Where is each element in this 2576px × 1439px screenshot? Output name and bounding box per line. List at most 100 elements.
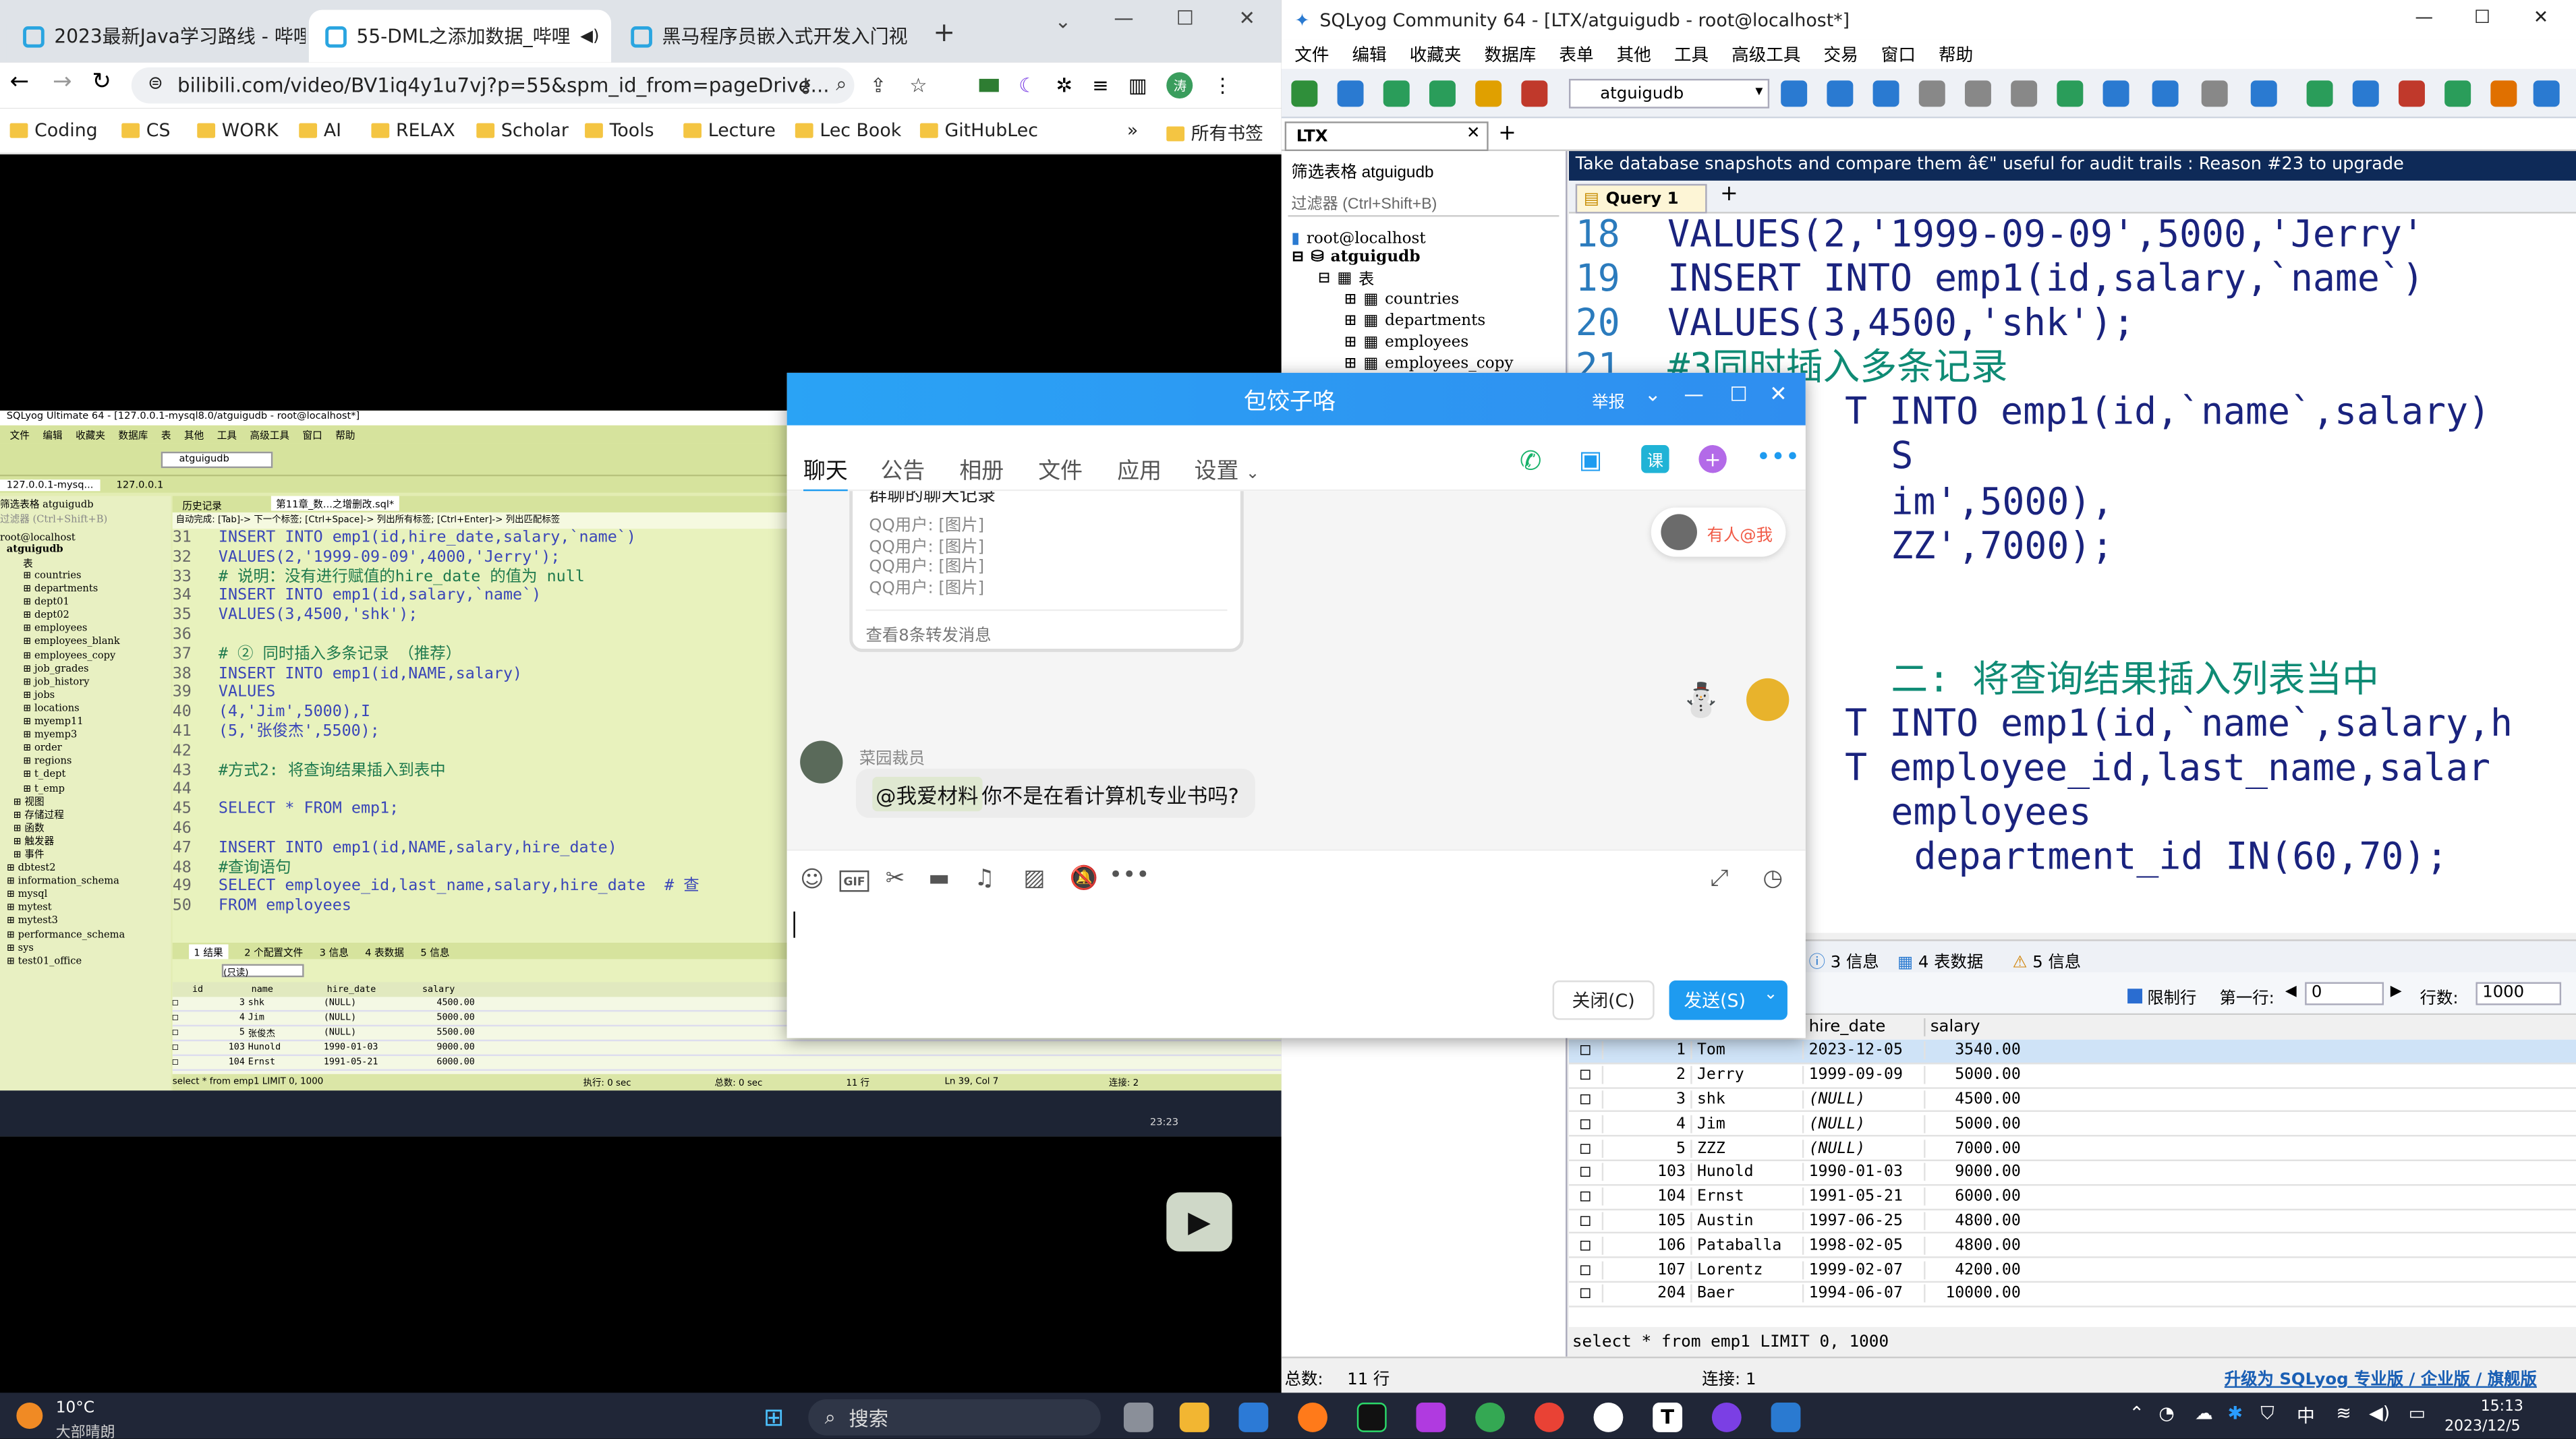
toolbar-icon[interactable]	[1918, 80, 1945, 107]
row-checkbox[interactable]: □	[173, 999, 189, 1009]
menu-other[interactable]: 其他	[1617, 42, 1651, 67]
video-call-icon[interactable]: ▣	[1579, 445, 1603, 475]
toolbar-icon[interactable]	[1475, 80, 1502, 107]
grid-cell[interactable]: 204	[1601, 1285, 1691, 1303]
toolbar-icon[interactable]	[2533, 80, 2560, 107]
grid-cell[interactable]: (NULL)	[324, 1014, 419, 1024]
weather-icon[interactable]	[16, 1403, 43, 1429]
tree-tables-node[interactable]: 表	[0, 555, 171, 570]
grid-cell[interactable]: 1994-06-07	[1802, 1285, 1924, 1303]
profile-avatar[interactable]: 涛	[1166, 72, 1193, 99]
table-row[interactable]: □ 103 Hunold 1990-01-03 9000.00	[1568, 1161, 2576, 1185]
grid-cell[interactable]: Jim	[248, 1014, 324, 1024]
table-row[interactable]: □ 107 Lorentz 1999-02-07 4200.00	[1568, 1258, 2576, 1283]
grid-cell[interactable]: Tom	[1690, 1042, 1802, 1060]
grid-cell[interactable]: Ernst	[248, 1058, 324, 1068]
history-clock-icon[interactable]: ◷	[1763, 866, 1783, 892]
menu-item[interactable]: 数据库	[118, 427, 148, 442]
grid-cell[interactable]: (NULL)	[324, 1028, 419, 1038]
tree-table-item[interactable]: ⊞ employees	[0, 623, 171, 637]
row-checkbox[interactable]: □	[173, 1028, 189, 1038]
menu-item[interactable]: 其他	[184, 427, 204, 442]
grid-cell[interactable]: 105	[1601, 1212, 1691, 1231]
filter-input[interactable]: 过滤器 (Ctrl+Shift+B)	[0, 510, 171, 525]
table-row[interactable]: □ 106 Pataballa 1998-02-05 4800.00	[1568, 1234, 2576, 1259]
bookmark-folder[interactable]: GitHubLec	[919, 120, 1038, 141]
limit-rows-checkbox[interactable]: 限制行	[2127, 984, 2196, 1008]
table-row[interactable]: □ 3 shk (NULL) 4500.00	[1568, 1088, 2576, 1113]
tree-table-item[interactable]: ⊞ job_grades	[0, 663, 171, 676]
close-window-icon[interactable]: ✕	[2534, 7, 2548, 28]
table-data-tab[interactable]: ▦ 4 表数据	[1897, 947, 1983, 972]
send-button[interactable]: 发送(S) ⌄	[1669, 980, 1787, 1020]
grid-cell[interactable]: 104	[189, 1058, 248, 1068]
grid-cell[interactable]: 4800.00	[1924, 1236, 2026, 1255]
expand-icon[interactable]: ⊞	[1344, 291, 1356, 309]
table-row[interactable]: □ 4 Jim (NULL) 5000.00	[1568, 1113, 2576, 1137]
chrome-dev-icon[interactable]	[1534, 1403, 1564, 1432]
site-info-icon[interactable]: ⊜	[148, 72, 163, 94]
next-page-icon[interactable]: ▶	[2391, 984, 2402, 1000]
grid-cell[interactable]: 104	[1601, 1187, 1691, 1206]
grid-cell[interactable]: ZZZ	[1690, 1139, 1802, 1158]
grid-cell[interactable]: 3540.00	[1924, 1042, 2026, 1060]
result-grid[interactable]: hire_date salary □ 1 Tom 2023-12-05 3540.00 □ 2 J…	[1568, 1015, 2576, 1327]
menu-tools[interactable]: 工具	[1674, 42, 1709, 67]
row-checkbox[interactable]: □	[1569, 1163, 1602, 1181]
first-row-input[interactable]: 0	[2305, 982, 2384, 1005]
toolbar-icon[interactable]	[1964, 80, 1991, 107]
tree-table-item[interactable]: ⊞ dept02	[0, 610, 171, 623]
tree-folder-item[interactable]: ⊞ 事件	[0, 849, 171, 862]
chrome-icon[interactable]	[1475, 1403, 1506, 1432]
grid-cell[interactable]: (NULL)	[324, 999, 419, 1009]
grid-cell[interactable]: Jim	[1690, 1115, 1802, 1134]
grid-cell[interactable]: 5000.00	[1924, 1115, 2026, 1134]
tree-db-item[interactable]: ⊞ test01_office	[0, 956, 171, 969]
close-tab-icon[interactable]: ✕	[609, 25, 611, 48]
gif-icon[interactable]: GIF	[839, 870, 869, 892]
forward-icon[interactable]: →	[53, 69, 72, 95]
chevron-down-icon[interactable]: ⌄	[1764, 985, 1777, 1003]
row-checkbox[interactable]: □	[173, 1058, 189, 1068]
tree-table-item[interactable]: ⊞ dept01	[0, 597, 171, 610]
menu-dots-icon[interactable]: ⋮	[1213, 74, 1232, 97]
grid-cell[interactable]: 3	[1601, 1090, 1691, 1109]
sender-avatar[interactable]	[800, 740, 843, 784]
tree-table-item[interactable]: ⊞ regions	[0, 756, 171, 769]
puzzle-icon[interactable]: ✲	[1056, 74, 1073, 97]
zoom-icon[interactable]: ⌕	[836, 72, 847, 97]
readonly-select[interactable]: (只读)	[221, 964, 304, 979]
browser-tab-1[interactable]: 2023最新Java学习路线 - 哔哩✕	[6, 9, 306, 63]
tree-db[interactable]: atguigudb	[0, 544, 171, 555]
grid-cell[interactable]: 4200.00	[1924, 1260, 2026, 1279]
tree-folder-item[interactable]: ⊞ 存储过程	[0, 809, 171, 823]
menu-item[interactable]: 收藏夹	[76, 427, 105, 442]
bilibili-play-icon[interactable]: ▶	[1166, 1192, 1232, 1252]
grid-cell[interactable]: 106	[1601, 1236, 1691, 1255]
minimize-icon[interactable]: —	[1684, 382, 1703, 405]
expand-icon[interactable]: ⊞	[1344, 355, 1356, 373]
chatgpt-icon[interactable]	[1593, 1403, 1624, 1432]
report-button[interactable]: 举报	[1592, 388, 1625, 413]
grid-cell[interactable]: 6000.00	[1924, 1187, 2026, 1206]
grid-cell[interactable]: (NULL)	[1802, 1139, 1924, 1158]
file-explorer-icon[interactable]	[1179, 1403, 1209, 1432]
back-icon[interactable]: ←	[10, 69, 30, 95]
toolbar-icon[interactable]	[2057, 80, 2084, 107]
tree-table-item[interactable]: ⊞ ▦ employees	[1282, 332, 1566, 353]
tree-table-item[interactable]: ⊞ departments	[0, 583, 171, 597]
clock-date[interactable]: 2023/12/5	[2444, 1419, 2520, 1435]
folder-icon[interactable]: ▬	[928, 866, 950, 892]
scissors-icon[interactable]: ✂	[886, 866, 905, 892]
upgrade-banner[interactable]: Take database snapshots and compare them…	[1568, 151, 2576, 181]
table-row[interactable]: □ 103 Hunold 1990-01-03 9000.00	[172, 1041, 1282, 1057]
music-icon[interactable]: ♫	[974, 866, 995, 892]
maximize-icon[interactable]: ☐	[1176, 7, 1194, 30]
tree-table-item[interactable]: ⊞ ▦ countries	[1282, 289, 1566, 311]
playlist-icon[interactable]: ≡	[1092, 74, 1109, 97]
grid-cell[interactable]: Austin	[1690, 1212, 1802, 1231]
row-checkbox[interactable]: □	[1569, 1139, 1602, 1157]
toolbar-icon[interactable]	[2011, 80, 2038, 107]
taskbar-search[interactable]: ⌕ 搜索	[808, 1399, 1101, 1436]
toolbar-icon[interactable]	[1521, 80, 1548, 107]
